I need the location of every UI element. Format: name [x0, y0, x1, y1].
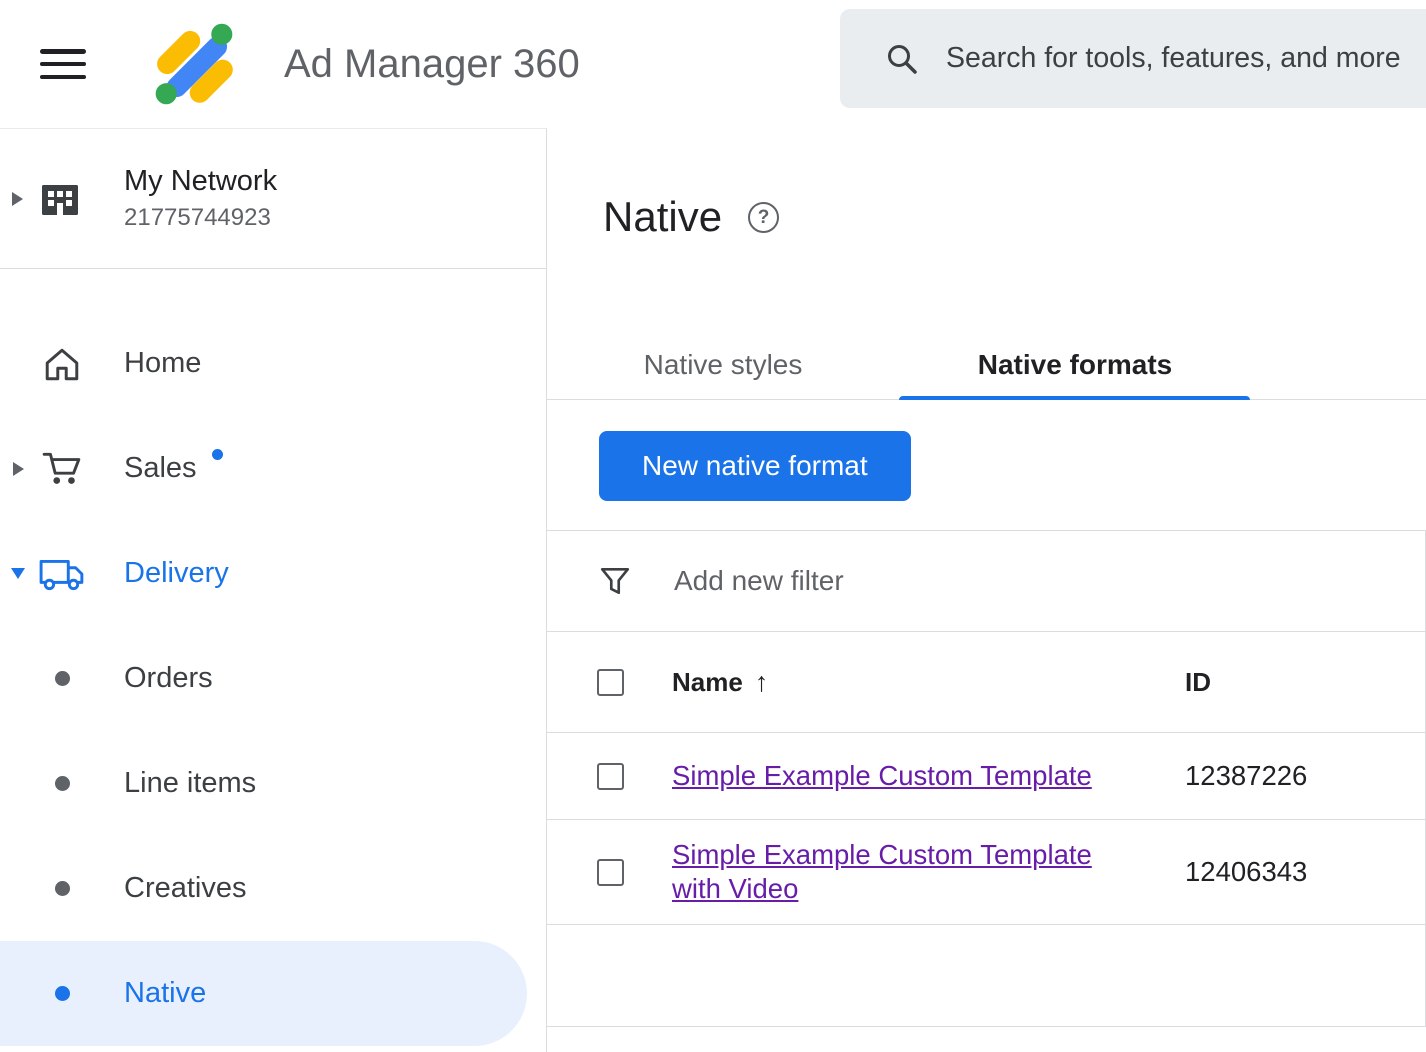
app-title: Ad Manager 360 [284, 42, 580, 87]
table-empty-area [547, 925, 1426, 1027]
ad-manager-logo-icon [148, 18, 240, 110]
sidebar-item-label: Line items [124, 767, 256, 800]
row-id: 12387226 [1185, 760, 1307, 792]
home-icon [36, 345, 88, 383]
main-content: Native ? Native styles Native formats Ne… [547, 128, 1426, 1052]
search-bar[interactable] [840, 9, 1426, 108]
sidebar-item-sales[interactable]: Sales [0, 416, 546, 521]
network-expander-icon [12, 192, 23, 206]
sidebar-item-creatives[interactable]: Creatives [0, 836, 546, 941]
new-native-format-button[interactable]: New native format [599, 431, 911, 501]
search-icon [884, 41, 920, 77]
tab-bar: Native styles Native formats [547, 330, 1426, 400]
top-app-bar: Ad Manager 360 [0, 0, 1426, 128]
expand-right-icon [13, 462, 24, 476]
sort-ascending-icon: ↑ [755, 667, 769, 697]
row-checkbox[interactable] [597, 763, 624, 790]
select-all-checkbox[interactable] [597, 669, 624, 696]
search-input[interactable] [946, 42, 1426, 75]
add-filter-bar[interactable]: Add new filter [547, 531, 1426, 632]
expand-down-icon [11, 568, 25, 579]
row-checkbox[interactable] [597, 859, 624, 886]
native-format-link[interactable]: Simple Example Custom Template with Vide… [672, 839, 1092, 904]
filter-funnel-icon [598, 564, 632, 598]
help-icon[interactable]: ? [748, 202, 779, 233]
sidebar-item-label: Delivery [124, 557, 229, 590]
network-selector[interactable]: My Network 21775744923 [0, 129, 546, 269]
truck-icon [36, 551, 88, 597]
sidebar-item-label: Creatives [124, 872, 247, 905]
tab-native-formats[interactable]: Native formats [899, 330, 1251, 399]
sidebar-item-orders[interactable]: Orders [0, 626, 546, 731]
sidebar-item-label: Orders [124, 662, 213, 695]
sidebar-nav: Home Sales [0, 269, 546, 1046]
sidebar-item-line-items[interactable]: Line items [0, 731, 546, 836]
bullet-icon [55, 881, 70, 896]
sidebar-item-label: Sales [124, 452, 197, 485]
sidebar: My Network 21775744923 Home [0, 128, 547, 1052]
bullet-icon [55, 986, 70, 1001]
network-name: My Network [124, 165, 277, 198]
column-header-id[interactable]: ID [1185, 667, 1211, 698]
column-header-name[interactable]: Name↑ [672, 667, 1138, 698]
building-icon [36, 175, 84, 223]
sidebar-item-label: Native [124, 977, 206, 1010]
sidebar-item-label: Home [124, 347, 201, 380]
sidebar-item-home[interactable]: Home [0, 311, 546, 416]
table-row: Simple Example Custom Template 12387226 [547, 733, 1426, 820]
notification-dot [212, 449, 223, 460]
page-title: Native [603, 192, 722, 242]
table-row: Simple Example Custom Template with Vide… [547, 820, 1426, 925]
row-id: 12406343 [1185, 856, 1307, 888]
native-format-link[interactable]: Simple Example Custom Template [672, 760, 1092, 791]
network-id: 21775744923 [124, 204, 277, 232]
tab-native-styles[interactable]: Native styles [547, 330, 899, 399]
sidebar-item-native[interactable]: Native [0, 941, 527, 1046]
bullet-icon [55, 776, 70, 791]
cart-icon [36, 448, 88, 490]
hamburger-menu-icon[interactable] [40, 47, 86, 81]
sidebar-item-delivery[interactable]: Delivery [0, 521, 546, 626]
add-filter-label: Add new filter [674, 565, 844, 597]
table-header-row: Name↑ ID [547, 632, 1426, 733]
bullet-icon [55, 671, 70, 686]
